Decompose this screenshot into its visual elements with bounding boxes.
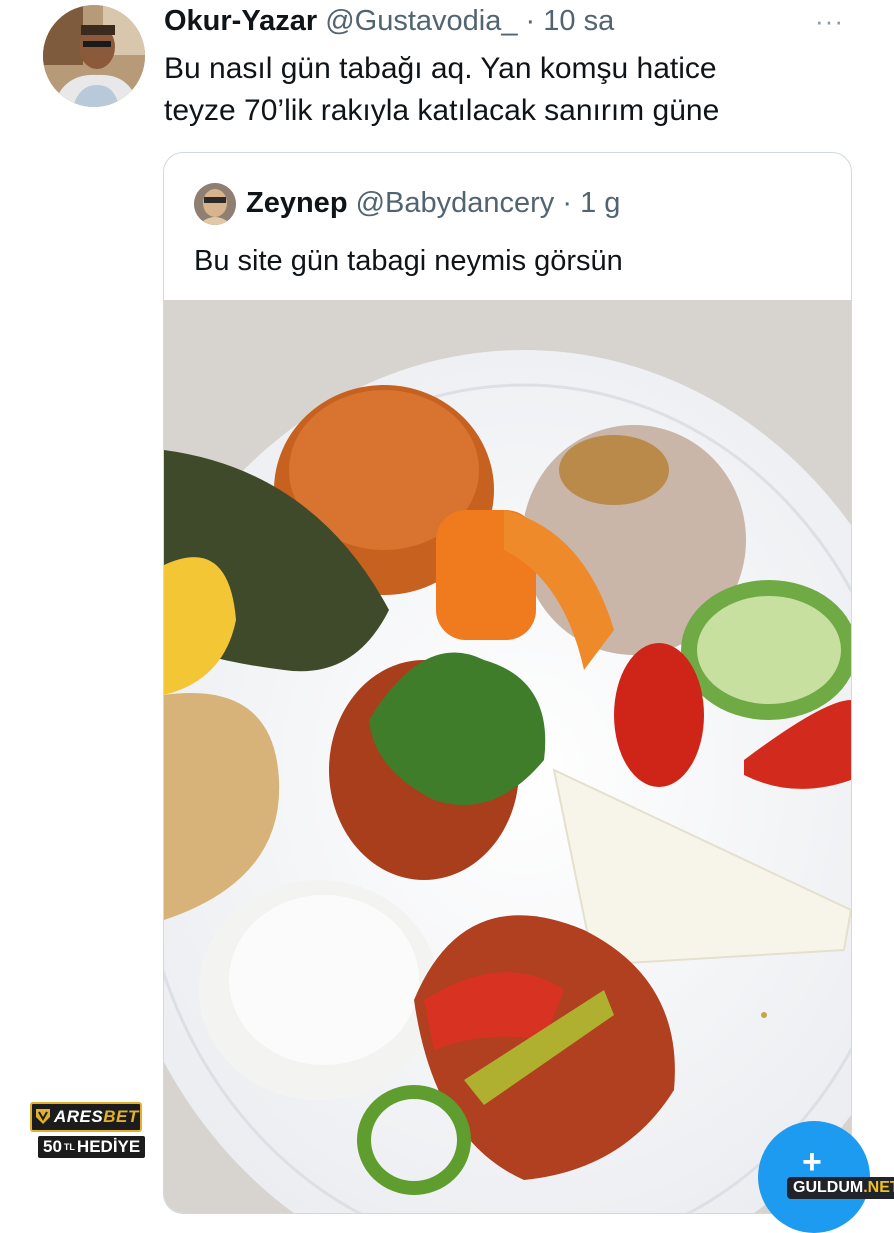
quoted-author-name[interactable]: Zeynep bbox=[246, 187, 348, 219]
quoted-author-handle[interactable]: @Babydancery bbox=[356, 187, 555, 219]
aresbet-ad-badge[interactable]: ARESBET 50 TL HEDİYE bbox=[30, 1102, 146, 1158]
quoted-tweet-timestamp[interactable]: 1 g bbox=[580, 187, 620, 219]
offer-label: HEDİYE bbox=[76, 1137, 141, 1156]
aresbet-logo-bar: ARESBET bbox=[30, 1102, 142, 1132]
aresbet-prefix: ARES bbox=[54, 1107, 104, 1126]
watermark-tld: .NET bbox=[863, 1179, 894, 1196]
offer-amount: 50 bbox=[43, 1137, 62, 1156]
aresbet-shield-icon bbox=[32, 1107, 54, 1128]
tweet-text-line: Bu nasıl gün tabağı aq. Yan komşu hatice bbox=[164, 52, 717, 85]
aresbet-suffix: BET bbox=[103, 1107, 139, 1126]
tweet-text-line: teyze 70’lik rakıyla katılacak sanırım g… bbox=[164, 94, 720, 127]
author-avatar[interactable] bbox=[43, 5, 145, 107]
tweet-timestamp[interactable]: 10 sa bbox=[543, 5, 614, 37]
tweet-text: Bu nasıl gün tabağı aq. Yan komşu hatice… bbox=[164, 48, 844, 132]
aresbet-offer: 50 TL HEDİYE bbox=[38, 1136, 146, 1158]
quoted-author-avatar[interactable] bbox=[194, 183, 236, 225]
offer-currency: TL bbox=[63, 1142, 75, 1152]
quoted-tweet-text: Bu site gün tabagi neymis görsün bbox=[194, 245, 623, 277]
quoted-header-separator: · bbox=[562, 187, 573, 219]
aresbet-wordmark: ARESBET bbox=[54, 1107, 139, 1127]
author-handle[interactable]: @Gustavodia_ bbox=[325, 5, 517, 37]
guldum-watermark: GULDUM.NET bbox=[787, 1177, 894, 1199]
author-name[interactable]: Okur-Yazar bbox=[164, 5, 317, 37]
header-separator: · bbox=[525, 5, 536, 37]
watermark-main: GULDUM bbox=[793, 1179, 864, 1196]
tweet-header: Okur-Yazar @Gustavodia_ · 10 sa bbox=[164, 4, 614, 38]
food-plate-photo[interactable] bbox=[164, 300, 851, 1213]
quoted-tweet-header: Zeynep @Babydancery · 1 g bbox=[246, 186, 620, 220]
more-options-icon[interactable]: ··· bbox=[815, 6, 844, 37]
quoted-tweet-card[interactable]: Zeynep @Babydancery · 1 g Bu site gün ta… bbox=[163, 152, 852, 1214]
